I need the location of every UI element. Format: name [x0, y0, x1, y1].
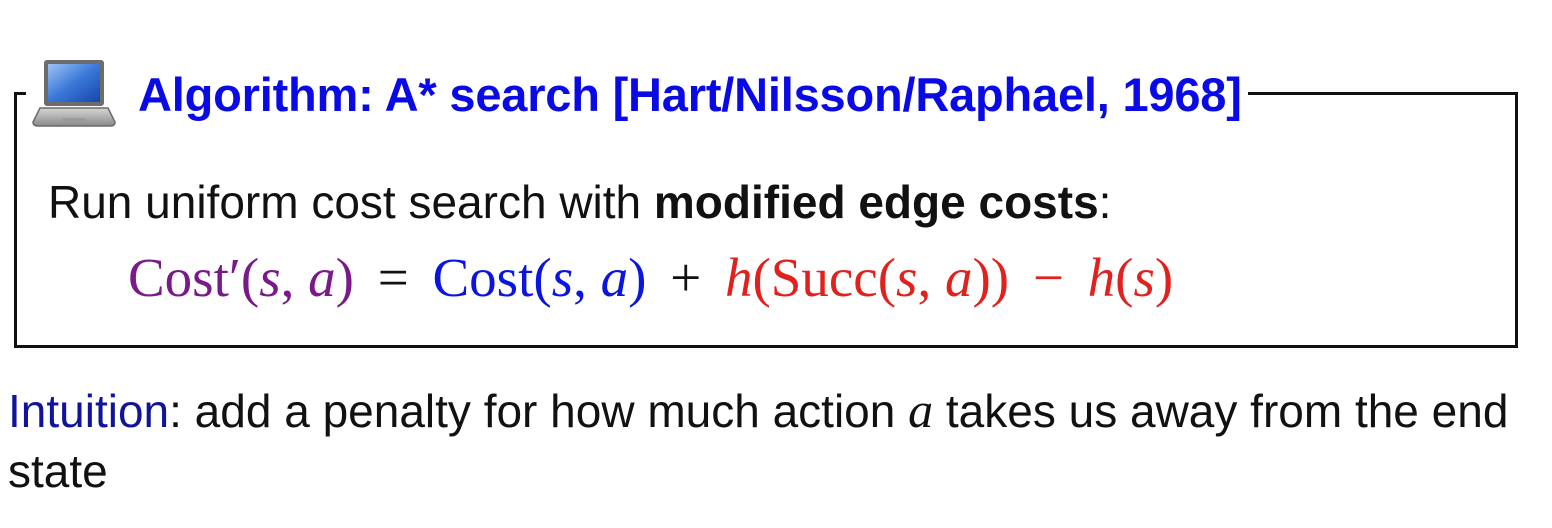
- h-func: h: [724, 247, 753, 308]
- modified-cost-formula: Cost′(s, a) = Cost(s, a) + h(Succ(s, a))…: [128, 250, 1173, 305]
- cost-func: Cost: [432, 247, 534, 308]
- equals-sign: =: [377, 247, 409, 308]
- paren-close: ): [972, 247, 991, 308]
- var-s: s: [896, 247, 918, 308]
- paren-open: (: [1115, 247, 1134, 308]
- intuition-var-a: a: [908, 382, 934, 438]
- paren-close: ): [335, 247, 354, 308]
- comma: ,: [573, 247, 601, 308]
- formula-heuristic-succ-term: h(Succ(s, a)): [725, 247, 1009, 308]
- paren-open: (: [533, 247, 552, 308]
- formula-cost-term: Cost(s, a): [433, 247, 647, 308]
- intuition-paragraph: Intuition: add a penalty for how much ac…: [8, 380, 1538, 501]
- lhs-func: Cost′: [128, 247, 241, 308]
- var-a: a: [308, 247, 336, 308]
- intuition-text-before: : add a penalty for how much action: [169, 385, 909, 437]
- formula-heuristic-state-term: h(s): [1088, 247, 1174, 308]
- instruction-line: Run uniform cost search with modified ed…: [48, 175, 1111, 229]
- minus-sign: −: [1032, 247, 1064, 308]
- paren-open: (: [752, 247, 771, 308]
- intuition-label: Intuition: [8, 385, 170, 437]
- var-s: s: [259, 247, 281, 308]
- comma: ,: [280, 247, 309, 308]
- instruction-suffix: :: [1098, 176, 1112, 228]
- paren-close: ): [1154, 247, 1174, 308]
- paren-close: ): [990, 247, 1010, 308]
- plus-sign: +: [670, 247, 702, 308]
- algorithm-box-header: Algorithm: A* search [Hart/Nilsson/Rapha…: [26, 58, 1248, 130]
- h-func: h: [1087, 247, 1116, 308]
- laptop-icon: [32, 60, 116, 127]
- comma: ,: [917, 247, 945, 308]
- slide: { "algorithm_box": { "icon": "laptop-ico…: [0, 0, 1552, 528]
- algorithm-title: Algorithm: A* search [Hart/Nilsson/Rapha…: [138, 67, 1242, 121]
- var-s: s: [551, 247, 574, 308]
- succ-func: Succ: [770, 247, 878, 308]
- instruction-prefix: Run uniform cost search with: [48, 176, 654, 228]
- var-a: a: [944, 247, 973, 308]
- paren-open: (: [877, 247, 897, 308]
- paren-open: (: [240, 247, 260, 308]
- instruction-bold: modified edge costs: [653, 176, 1099, 228]
- var-s: s: [1133, 247, 1155, 308]
- formula-lhs: Cost′(s, a): [128, 247, 354, 308]
- var-a: a: [600, 247, 629, 308]
- paren-close: ): [628, 247, 647, 308]
